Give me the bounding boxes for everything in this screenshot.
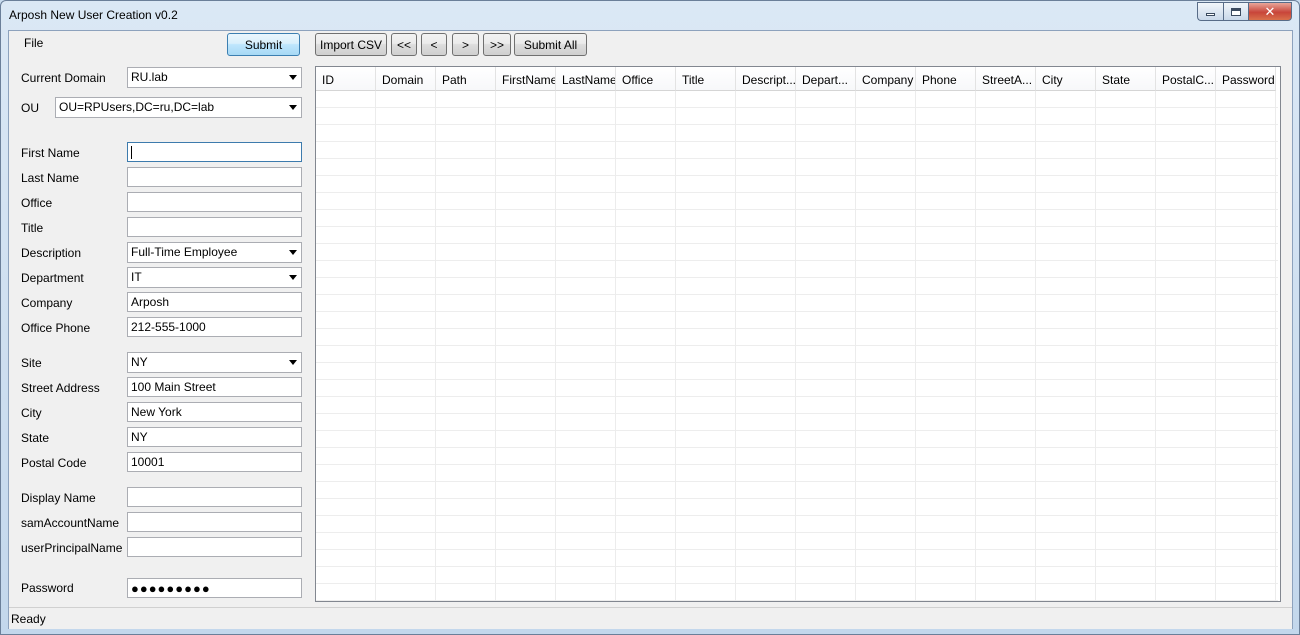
submit-all-button[interactable]: Submit All [514,33,587,56]
postal-code-label: Postal Code [21,456,87,470]
office-phone-input[interactable]: 212-555-1000 [127,317,302,337]
title-input[interactable] [127,217,302,237]
grid-column-header[interactable]: ID [316,67,376,91]
chevron-down-icon [289,75,297,80]
first-name-input[interactable] [127,142,302,162]
window-title: Arposh New User Creation v0.2 [9,8,178,22]
office-phone-label: Office Phone [21,321,91,335]
chevron-down-icon [289,250,297,255]
next-record-button[interactable]: > [452,33,479,56]
sam-account-name-label: samAccountName [21,516,120,530]
grid-column-header[interactable]: Phone [916,67,976,91]
current-domain-label: Current Domain [21,71,106,85]
grid-body[interactable] [316,91,1278,601]
caption-buttons: ✕ [1197,2,1292,21]
description-combo[interactable]: Full-Time Employee [127,242,302,263]
import-csv-button[interactable]: Import CSV [315,33,387,56]
users-grid[interactable]: ID Domain Path FirstName LastName Office Title… [315,66,1281,602]
status-text: Ready [11,612,46,626]
company-input[interactable]: Arposh [127,292,302,312]
current-domain-combo[interactable]: RU.lab [127,67,302,88]
chevron-down-icon [289,105,297,110]
close-icon: ✕ [1264,3,1276,19]
street-address-label: Street Address [21,381,100,395]
display-name-input[interactable] [127,487,302,507]
ou-value: OU=RPUsers,DC=ru,DC=lab [59,100,215,114]
title-label: Title [21,221,44,235]
last-name-label: Last Name [21,171,80,185]
department-combo[interactable]: IT [127,267,302,288]
last-record-button[interactable]: >> [483,33,511,56]
close-button[interactable]: ✕ [1248,2,1292,21]
description-value: Full-Time Employee [131,245,238,259]
grid-column-header[interactable]: StreetA... [976,67,1036,91]
grid-column-header[interactable]: Domain [376,67,436,91]
grid-column-header[interactable]: Office [616,67,676,91]
grid-column-header[interactable]: LastName [556,67,616,91]
grid-header: ID Domain Path FirstName LastName Office Title… [316,67,1276,91]
title-bar[interactable]: Arposh New User Creation v0.2 ✕ [1,1,1299,29]
app-window: Arposh New User Creation v0.2 ✕ File Sub… [0,0,1300,635]
office-input[interactable] [127,192,302,212]
display-name-label: Display Name [21,491,96,505]
description-label: Description [21,246,82,260]
grid-column-header[interactable]: State [1096,67,1156,91]
city-label: City [21,406,42,420]
client-area: File Submit Import CSV << < > >> Submit … [8,30,1293,629]
department-label: Department [21,271,84,285]
ou-combo[interactable]: OU=RPUsers,DC=ru,DC=lab [55,97,302,118]
site-value: NY [131,355,148,369]
grid-column-header[interactable]: FirstName [496,67,556,91]
menu-file[interactable]: File [24,36,43,50]
maximize-button[interactable] [1223,2,1248,21]
password-input[interactable]: ●●●●●●●●● [127,578,302,598]
chevron-down-icon [289,360,297,365]
first-record-button[interactable]: << [391,33,417,56]
ou-label: OU [21,101,39,115]
text-caret [131,146,132,160]
current-domain-value: RU.lab [131,70,168,84]
user-principal-name-label: userPrincipalName [21,541,123,555]
grid-column-header[interactable]: Path [436,67,496,91]
maximize-icon [1231,7,1241,16]
company-label: Company [21,296,73,310]
state-label: State [21,431,50,445]
site-combo[interactable]: NY [127,352,302,373]
minimize-button[interactable] [1197,2,1223,21]
grid-column-header[interactable]: City [1036,67,1096,91]
grid-column-header[interactable]: Depart... [796,67,856,91]
chevron-down-icon [289,275,297,280]
site-label: Site [21,356,42,370]
user-principal-name-input[interactable] [127,537,302,557]
grid-column-header[interactable]: Company [856,67,916,91]
street-address-input[interactable]: 100 Main Street [127,377,302,397]
grid-column-header[interactable]: PostalC... [1156,67,1216,91]
grid-column-header[interactable]: Title [676,67,736,91]
grid-column-header[interactable]: Descript... [736,67,796,91]
state-input[interactable]: NY [127,427,302,447]
postal-code-input[interactable]: 10001 [127,452,302,472]
password-label: Password [21,581,74,595]
city-input[interactable]: New York [127,402,302,422]
submit-button[interactable]: Submit [227,33,300,56]
sam-account-name-input[interactable] [127,512,302,532]
last-name-input[interactable] [127,167,302,187]
previous-record-button[interactable]: < [421,33,447,56]
grid-column-header[interactable]: Password [1216,67,1276,91]
minimize-icon [1206,13,1215,16]
status-bar: Ready [9,607,1292,629]
office-label: Office [21,196,53,210]
first-name-label: First Name [21,146,80,160]
department-value: IT [131,270,142,284]
